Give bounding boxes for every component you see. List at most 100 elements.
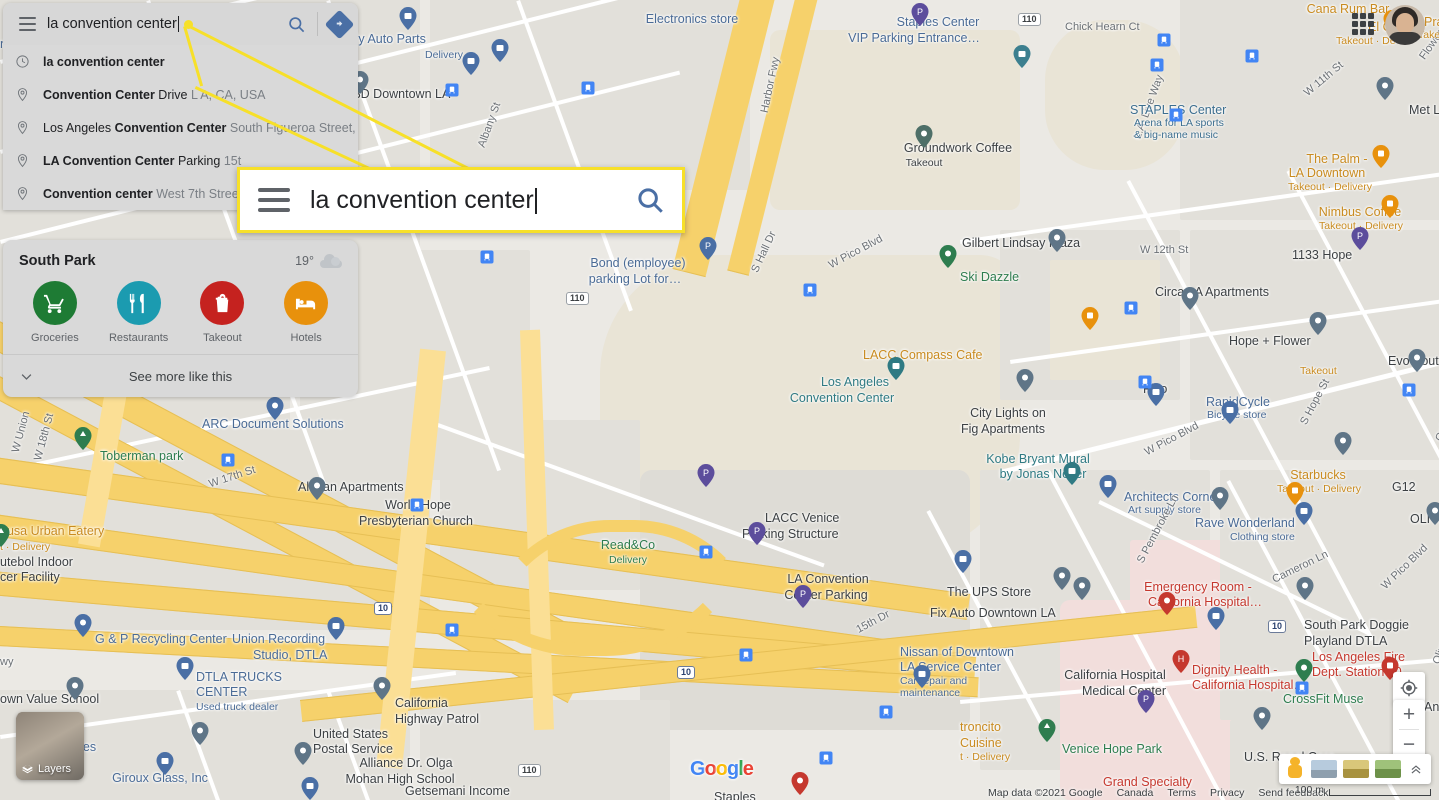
transit-station-icon[interactable]	[1157, 33, 1171, 47]
map-pin[interactable]	[294, 742, 312, 765]
map-pin[interactable]: P	[748, 522, 766, 545]
map-pin[interactable]	[1048, 229, 1066, 252]
avatar[interactable]	[1385, 5, 1425, 45]
search-icon[interactable]	[630, 185, 670, 215]
area-info-card[interactable]: South Park 19° Groceries Restaurants Takeo…	[3, 240, 358, 397]
map-pin[interactable]	[176, 657, 194, 680]
menu-icon[interactable]	[7, 4, 47, 44]
map-pin[interactable]	[1309, 312, 1327, 335]
map-pin[interactable]	[1073, 577, 1091, 600]
transit-station-icon[interactable]	[699, 545, 713, 559]
transit-station-icon[interactable]	[221, 453, 235, 467]
category-shortcuts[interactable]: Groceries Restaurants Takeout Hotels	[3, 273, 358, 354]
map-pin[interactable]	[887, 357, 905, 380]
map-pin[interactable]	[308, 477, 326, 500]
layer-thumb-satellite[interactable]	[1343, 760, 1369, 778]
map-pin[interactable]	[1296, 577, 1314, 600]
search-input[interactable]: la convention center	[47, 16, 281, 32]
map-pin[interactable]	[0, 524, 10, 547]
map-pin[interactable]	[1211, 487, 1229, 510]
map-pin[interactable]	[1253, 707, 1271, 730]
layer-thumb-terrain[interactable]	[1311, 760, 1337, 778]
google-apps-grid-icon[interactable]	[1349, 10, 1377, 38]
map-pin[interactable]: P	[697, 464, 715, 487]
map-pin[interactable]	[1063, 462, 1081, 485]
map-pin[interactable]	[66, 677, 84, 700]
map-pin[interactable]: P	[1137, 690, 1155, 713]
map-pin[interactable]	[191, 722, 209, 745]
map-pin[interactable]	[491, 39, 509, 62]
map-pin[interactable]	[1334, 432, 1352, 455]
map-pin[interactable]	[399, 7, 417, 30]
map-pin[interactable]	[373, 677, 391, 700]
map-pin[interactable]	[1376, 77, 1394, 100]
transit-station-icon[interactable]	[1138, 375, 1152, 389]
zoom-in-button[interactable]: +	[1393, 700, 1425, 729]
map-pin[interactable]	[1013, 45, 1031, 68]
map-pin[interactable]	[74, 614, 92, 637]
map-pin[interactable]	[266, 397, 284, 420]
search-icon[interactable]	[281, 7, 311, 41]
suggestion-item[interactable]: la convention center	[3, 45, 358, 78]
transit-station-icon[interactable]	[739, 648, 753, 662]
map-pin[interactable]	[462, 52, 480, 75]
transit-station-icon[interactable]	[410, 498, 424, 512]
map-pin[interactable]: P	[794, 585, 812, 608]
search-box-magnified-callout[interactable]: la convention center	[237, 167, 685, 233]
map-pin[interactable]	[1408, 349, 1426, 372]
transit-station-icon[interactable]	[1295, 681, 1309, 695]
layers-button[interactable]: Layers	[16, 712, 84, 780]
transit-station-icon[interactable]	[445, 623, 459, 637]
map-pin[interactable]	[1016, 369, 1034, 392]
category-takeout[interactable]: Takeout	[181, 281, 265, 344]
region-link[interactable]: Canada	[1117, 787, 1154, 799]
map-pin[interactable]	[1053, 567, 1071, 590]
map-pin[interactable]	[1381, 195, 1399, 218]
terms-link[interactable]: Terms	[1167, 787, 1196, 799]
street-view-pegman-icon[interactable]	[1285, 757, 1305, 781]
privacy-link[interactable]: Privacy	[1210, 787, 1244, 799]
map-mode-strip[interactable]	[1279, 754, 1431, 784]
transit-station-icon[interactable]	[480, 250, 494, 264]
map-pin[interactable]	[1372, 145, 1390, 168]
map-pin[interactable]	[1158, 592, 1176, 615]
map-pin[interactable]: P	[1351, 227, 1369, 250]
map-pin[interactable]	[1099, 475, 1117, 498]
map-pin[interactable]	[1295, 502, 1313, 525]
map-pin[interactable]	[913, 665, 931, 688]
map-pin[interactable]	[939, 245, 957, 268]
transit-station-icon[interactable]	[1245, 49, 1259, 63]
see-more-button[interactable]: See more like this	[3, 354, 358, 397]
search-bar[interactable]: la convention center	[3, 3, 358, 45]
transit-station-icon[interactable]	[1124, 301, 1138, 315]
category-restaurants[interactable]: Restaurants	[97, 281, 181, 344]
transit-station-icon[interactable]	[819, 751, 833, 765]
transit-station-icon[interactable]	[803, 283, 817, 297]
map-pin[interactable]	[1295, 659, 1313, 682]
map-pin[interactable]	[954, 550, 972, 573]
map-pin[interactable]	[327, 617, 345, 640]
transit-station-icon[interactable]	[1169, 108, 1183, 122]
transit-station-icon[interactable]	[581, 81, 595, 95]
map-pin[interactable]	[1081, 307, 1099, 330]
layer-thumb-relief[interactable]	[1375, 760, 1401, 778]
transit-station-icon[interactable]	[1402, 383, 1416, 397]
map-pin[interactable]	[1207, 607, 1225, 630]
map-pin[interactable]	[1426, 502, 1439, 525]
map-pin[interactable]	[1181, 287, 1199, 310]
map-pin[interactable]	[915, 125, 933, 148]
map-pin[interactable]: P	[699, 237, 717, 260]
directions-icon[interactable]	[324, 7, 354, 41]
category-groceries[interactable]: Groceries	[13, 281, 97, 344]
map-pin[interactable]	[1038, 719, 1056, 742]
category-hotels[interactable]: Hotels	[264, 281, 348, 344]
map-pin[interactable]	[74, 427, 92, 450]
transit-station-icon[interactable]	[879, 705, 893, 719]
map-pin[interactable]: P	[911, 3, 929, 26]
transit-station-icon[interactable]	[445, 83, 459, 97]
double-chevron-up-icon[interactable]	[1407, 760, 1425, 778]
menu-icon[interactable]	[252, 188, 296, 212]
transit-station-icon[interactable]	[1150, 58, 1164, 72]
map-pin[interactable]	[1221, 401, 1239, 424]
map-pin[interactable]: H	[1172, 650, 1190, 673]
